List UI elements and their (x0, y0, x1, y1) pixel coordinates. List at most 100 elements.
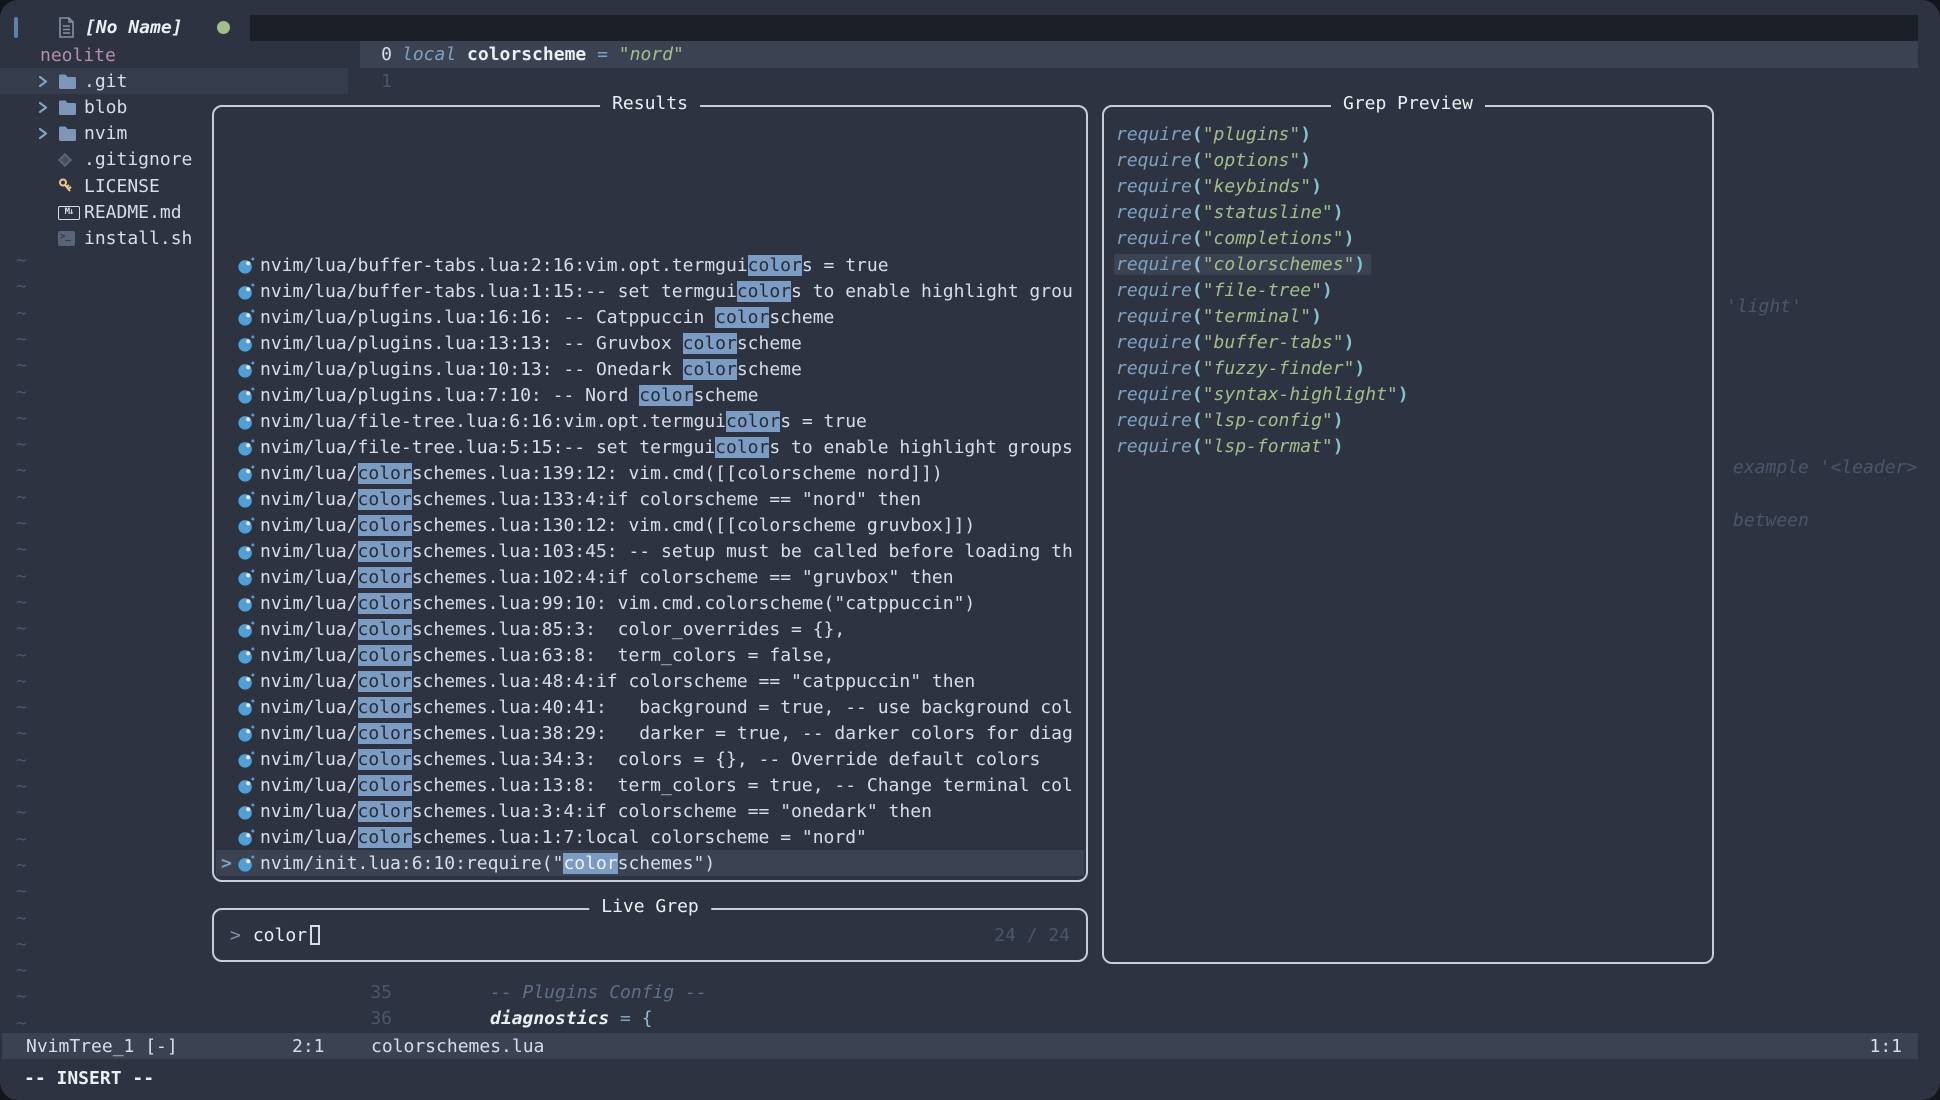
grep-result-row[interactable]: nvim/lua/buffer-tabs.lua:1:15:-- set ter… (216, 278, 1084, 304)
result-post: schemes.lua:1:7:local colorscheme = "nor… (412, 827, 867, 848)
grep-result-row[interactable]: nvim/lua/colorschemes.lua:3:4:if colorsc… (216, 798, 1084, 824)
grep-result-row[interactable]: nvim/lua/colorschemes.lua:40:41: backgro… (216, 694, 1084, 720)
grep-result-row[interactable]: nvim/lua/colorschemes.lua:103:45: -- set… (216, 538, 1084, 564)
live-grep-input[interactable]: > color 24 / 24 (214, 910, 1086, 960)
result-text: nvim/lua/colorschemes.lua:34:3: colors =… (260, 749, 1040, 770)
grep-result-row[interactable]: nvim/lua/colorschemes.lua:34:3: colors =… (216, 746, 1084, 772)
result-post: schemes.lua:63:8: term_colors = false, (412, 645, 835, 666)
tilde-marker: ~ (16, 750, 27, 771)
grep-result-row[interactable]: nvim/lua/plugins.lua:7:10: -- Nord color… (216, 382, 1084, 408)
grep-result-row[interactable]: nvim/lua/buffer-tabs.lua:2:16:vim.opt.te… (216, 252, 1084, 278)
result-text: nvim/lua/buffer-tabs.lua:2:16:vim.opt.te… (260, 255, 889, 276)
code-token: ) (1333, 410, 1344, 431)
code-token: "completions" (1203, 228, 1344, 249)
result-pre: nvim/lua/ (260, 541, 358, 562)
lua-icon (237, 568, 255, 587)
grep-result-row[interactable]: nvim/lua/colorschemes.lua:99:10: vim.cmd… (216, 590, 1084, 616)
result-post: s to enable highlight groups (769, 437, 1072, 458)
result-post: s = true (802, 255, 889, 276)
match-highlight: color (358, 541, 412, 562)
result-text: nvim/lua/colorschemes.lua:40:41: backgro… (260, 697, 1073, 718)
result-pre: nvim/lua/plugins.lua:10:13: -- Onedark (260, 359, 683, 380)
tree-item-label: blob (84, 97, 127, 118)
editor-line-0[interactable]: 0 local colorscheme = "nord" (366, 41, 684, 68)
grep-result-row[interactable]: nvim/lua/colorschemes.lua:139:12: vim.cm… (216, 460, 1084, 486)
tilde-marker: ~ (16, 382, 27, 403)
lua-icon (237, 594, 255, 613)
grep-result-row[interactable]: nvim/lua/colorschemes.lua:1:7:local colo… (216, 824, 1084, 850)
result-post: scheme (693, 385, 758, 406)
chevron-right-icon (38, 127, 52, 140)
preview-line-code: require("syntax-highlight") (1114, 384, 1415, 405)
preview-line[interactable]: require("terminal") (1114, 303, 1706, 329)
grep-result-row[interactable]: nvim/lua/colorschemes.lua:133:4:if color… (216, 486, 1084, 512)
code-token: "fuzzy-finder" (1203, 358, 1355, 379)
grep-result-row[interactable]: nvim/lua/colorschemes.lua:13:8: term_col… (216, 772, 1084, 798)
tilde-marker: ~ (16, 434, 27, 455)
lua-icon (237, 854, 255, 873)
tilde-marker: ~ (16, 776, 27, 797)
match-highlight: color (726, 411, 780, 432)
result-text: nvim/lua/colorschemes.lua:1:7:local colo… (260, 827, 867, 848)
license-icon (58, 178, 80, 195)
code-token: ( (1192, 410, 1203, 431)
grep-result-row[interactable]: nvim/lua/file-tree.lua:6:16:vim.opt.term… (216, 408, 1084, 434)
grep-preview-panel: Grep Preview require("plugins")require("… (1102, 105, 1714, 964)
match-highlight: color (358, 619, 412, 640)
lua-icon (237, 776, 255, 795)
buffer-tab[interactable]: [No Name] (0, 13, 230, 41)
match-highlight: color (358, 567, 412, 588)
code-token: ) (1311, 176, 1322, 197)
result-text: nvim/lua/file-tree.lua:6:16:vim.opt.term… (260, 411, 867, 432)
tilde-marker: ~ (16, 513, 27, 534)
grep-result-row[interactable]: nvim/lua/colorschemes.lua:38:29: darker … (216, 720, 1084, 746)
grep-result-row[interactable]: nvim/lua/plugins.lua:13:13: -- Gruvbox c… (216, 330, 1084, 356)
grep-result-row[interactable]: >nvim/init.lua:6:10:require("colorscheme… (216, 850, 1084, 876)
lua-icon (237, 308, 255, 327)
grep-result-row[interactable]: nvim/lua/plugins.lua:16:16: -- Catppucci… (216, 304, 1084, 330)
grep-result-row[interactable]: nvim/lua/colorschemes.lua:130:12: vim.cm… (216, 512, 1084, 538)
preview-line[interactable]: require("keybinds") (1114, 173, 1706, 199)
tilde-marker: ~ (16, 487, 27, 508)
lua-icon (237, 672, 255, 691)
preview-line-code: require("file-tree") (1114, 280, 1339, 301)
preview-line[interactable]: require("colorschemes") (1114, 251, 1706, 277)
preview-line[interactable]: require("buffer-tabs") (1114, 329, 1706, 355)
grep-result-row[interactable]: nvim/lua/plugins.lua:10:13: -- Onedark c… (216, 356, 1084, 382)
preview-line[interactable]: require("plugins") (1114, 121, 1706, 147)
match-highlight: color (358, 593, 412, 614)
statusline-main-cursor: 1:1 (1869, 1033, 1902, 1059)
grep-result-row[interactable]: nvim/lua/file-tree.lua:5:15:-- set termg… (216, 434, 1084, 460)
code-token: ( (1192, 332, 1203, 353)
editor-line-1[interactable]: 1 (366, 68, 392, 94)
result-pre: nvim/lua/ (260, 827, 358, 848)
result-post: s = true (780, 411, 867, 432)
tree-item-.git[interactable]: .git (0, 68, 348, 94)
search-query: color (253, 925, 307, 946)
selection-caret-icon: > (221, 853, 232, 874)
tilde-marker: ~ (16, 276, 27, 297)
grep-result-row[interactable]: nvim/lua/colorschemes.lua:63:8: term_col… (216, 642, 1084, 668)
tilde-marker: ~ (16, 671, 27, 692)
preview-line[interactable]: require("fuzzy-finder") (1114, 355, 1706, 381)
code-token: "file-tree" (1203, 280, 1322, 301)
preview-line[interactable]: require("statusline") (1114, 199, 1706, 225)
preview-line[interactable]: require("syntax-highlight") (1114, 381, 1706, 407)
tilde-marker: ~ (16, 566, 27, 587)
grep-result-row[interactable]: nvim/lua/colorschemes.lua:102:4:if color… (216, 564, 1084, 590)
lua-icon (237, 542, 255, 561)
grep-result-row[interactable]: nvim/lua/colorschemes.lua:85:3: color_ov… (216, 616, 1084, 642)
grep-result-row[interactable]: nvim/lua/colorschemes.lua:48:4:if colors… (216, 668, 1084, 694)
preview-line[interactable]: require("lsp-format") (1114, 433, 1706, 459)
result-post: scheme (737, 359, 802, 380)
editor-line-0-text: local colorscheme = "nord" (402, 44, 684, 65)
live-grep-panel: Live Grep > color 24 / 24 (212, 908, 1088, 962)
preview-code: require("plugins")require("options")requ… (1114, 121, 1706, 459)
preview-line[interactable]: require("lsp-config") (1114, 407, 1706, 433)
lua-icon (237, 334, 255, 353)
key-icon (58, 178, 73, 195)
preview-line[interactable]: require("options") (1114, 147, 1706, 173)
preview-line[interactable]: require("completions") (1114, 225, 1706, 251)
code-token: require (1116, 410, 1192, 431)
preview-line[interactable]: require("file-tree") (1114, 277, 1706, 303)
